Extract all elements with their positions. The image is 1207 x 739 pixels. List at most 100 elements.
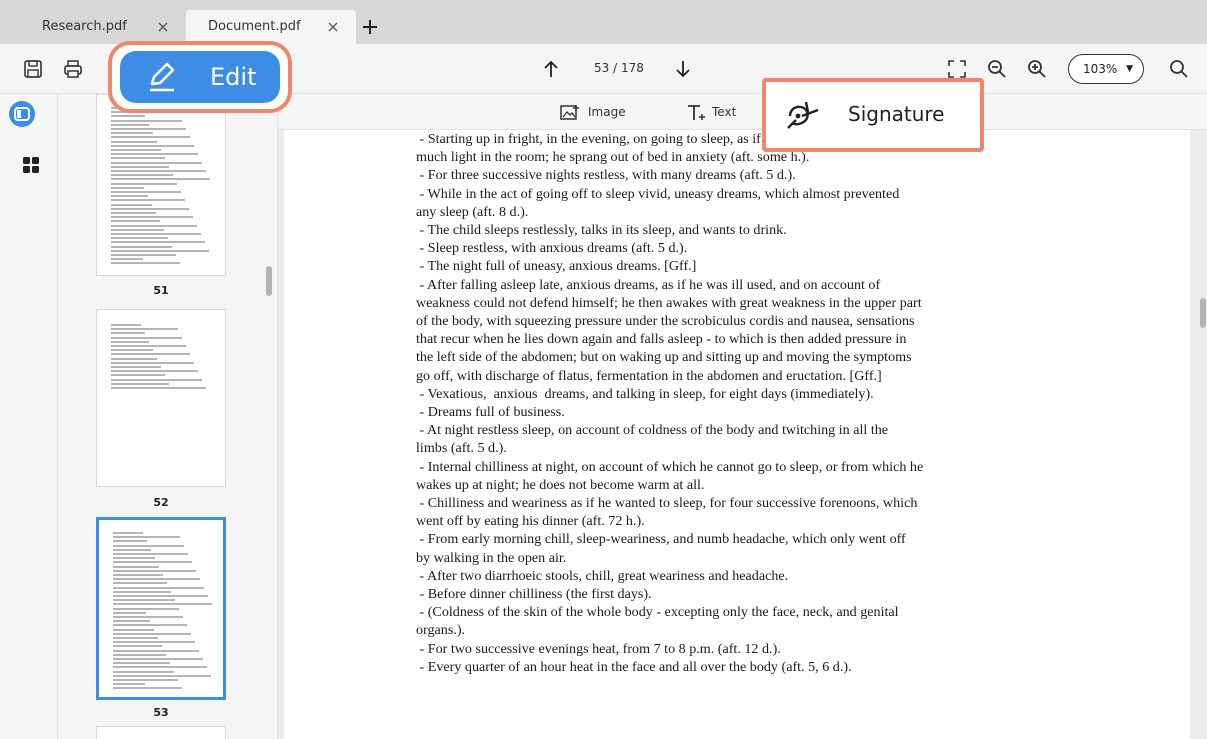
- thumbnail-text-line: [111, 132, 153, 135]
- thumbnail-text-line: [111, 191, 181, 193]
- thumbnail-text-line: [111, 136, 190, 139]
- thumbnail-text-line: [113, 666, 207, 669]
- thumbnail-text-line: [111, 228, 164, 231]
- next-page-icon[interactable]: [672, 58, 694, 80]
- thumbnail-text-line: [111, 361, 194, 364]
- thumbnail-text-line: [113, 658, 203, 660]
- tab-research[interactable]: Research.pdf: [0, 10, 186, 44]
- image-tool-label: Image: [588, 105, 626, 119]
- thumbnail-text-line: [113, 561, 192, 564]
- tab-label: Document.pdf: [208, 19, 301, 34]
- document-line: - While in the act of going off to sleep…: [416, 185, 900, 202]
- thumbnail-text-line: [111, 123, 149, 126]
- thumbnail-label: 53: [153, 706, 169, 719]
- left-rail: [0, 94, 58, 739]
- document-line: - Chilliness and weariness as if he want…: [416, 495, 918, 512]
- document-line: - After falling asleep late, anxious dre…: [416, 276, 881, 293]
- thumbnail-text-line: [111, 245, 172, 248]
- total-pages: 178: [620, 61, 644, 75]
- chevron-down-icon: ▼: [1126, 64, 1133, 74]
- tab-bar: Research.pdf Document.pdf: [0, 0, 1207, 44]
- zoom-select[interactable]: 103% ▼: [1068, 54, 1144, 84]
- thumbnail-text-line: [111, 370, 198, 373]
- thumbnail-text-line: [113, 641, 195, 644]
- signature-button[interactable]: Signature: [762, 78, 984, 152]
- zoom-out-icon[interactable]: [986, 58, 1008, 80]
- tab-document[interactable]: Document.pdf: [186, 10, 356, 44]
- search-icon[interactable]: [1168, 58, 1190, 80]
- thumbnail-panel: 51 52 53: [58, 94, 278, 739]
- document-line: - Internal chilliness at night, on accou…: [416, 458, 924, 475]
- thumbnail-text-line: [111, 324, 141, 326]
- thumbnail-text-line: [113, 595, 208, 597]
- thumbnail-text-line: [111, 220, 160, 223]
- document-line: of the body, with squeezing pressure und…: [416, 313, 915, 330]
- grid-view-icon[interactable]: [22, 156, 40, 178]
- thumbnail-text-line: [113, 548, 151, 551]
- thumbnail-text-line: [113, 679, 178, 681]
- thumbnail-text-line: [113, 653, 166, 656]
- page-thumbnail-selected[interactable]: [96, 517, 226, 700]
- thumbnail-text-line: [111, 140, 157, 143]
- thumbnail-text-line: [111, 199, 185, 202]
- page-thumbnail[interactable]: [96, 309, 226, 487]
- current-page[interactable]: 53: [594, 61, 609, 75]
- thumbnail-text-line: [111, 328, 178, 331]
- thumbnail-text-line: [111, 174, 173, 177]
- thumbnail-text-line: [111, 382, 169, 385]
- thumbnail-text-line: [113, 590, 171, 593]
- thumbnail-text-line: [111, 258, 143, 261]
- pencil-icon: [150, 62, 175, 92]
- thumbnail-text-line: [113, 628, 154, 631]
- document-line: - (Coldness of the skin of the whole bod…: [416, 604, 899, 621]
- thumbnail-text-line: [111, 254, 176, 256]
- thumbnail-text-line: [111, 182, 177, 185]
- image-icon: [560, 104, 579, 120]
- document-line: limbs (aft. 5 d.).: [416, 440, 507, 457]
- thumbnail-text-line: [113, 582, 167, 585]
- thumbnail-text-line: [113, 611, 146, 614]
- page-thumbnail[interactable]: [96, 726, 226, 739]
- save-icon[interactable]: [22, 58, 44, 80]
- thumbnail-text-line: [113, 574, 163, 576]
- thumbnail-text-line: [111, 345, 186, 347]
- text-tool[interactable]: Text: [686, 102, 736, 122]
- previous-page-icon[interactable]: [540, 58, 562, 80]
- thumbnail-text-line: [111, 262, 180, 265]
- edit-subtoolbar: Image Text: [278, 94, 1207, 130]
- thumbnail-text-line: [113, 637, 158, 639]
- zoom-in-icon[interactable]: [1026, 58, 1048, 80]
- thumbnail-text-line: [111, 340, 149, 343]
- thumbnail-text-line: [113, 536, 180, 539]
- page-separator: /: [609, 61, 621, 75]
- thumbnail-text-line: [113, 557, 155, 560]
- close-tab-icon[interactable]: [328, 10, 338, 32]
- thumbnail-text-line: [111, 241, 205, 244]
- image-tool[interactable]: Image: [560, 102, 626, 122]
- new-tab-icon[interactable]: [356, 10, 384, 44]
- document-line: - At night restless sleep, on account of…: [416, 422, 889, 439]
- panel-toggle-icon[interactable]: [8, 100, 36, 132]
- thumbnail-text-line: [113, 607, 179, 610]
- close-tab-icon[interactable]: [158, 10, 168, 32]
- thumbnail-text-line: [111, 170, 206, 172]
- fit-page-icon[interactable]: [946, 58, 968, 80]
- document-scrollbar[interactable]: [1200, 298, 1206, 328]
- thumbnail-text-line: [111, 249, 209, 252]
- thumbnail-text-line: [111, 178, 210, 181]
- document-text: - Starting up in fright, in the evening,…: [416, 130, 1066, 676]
- thumbnail-scrollbar[interactable]: [266, 266, 272, 296]
- thumbnail-text-line: [111, 195, 148, 198]
- thumbnail-text-line: [113, 662, 170, 665]
- document-line: go off, with discharge of flatus, fermen…: [416, 367, 882, 384]
- edit-button[interactable]: Edit: [120, 51, 280, 103]
- thumbnail-text-line: [111, 336, 182, 339]
- thumbnail-text-line: [111, 157, 165, 160]
- edit-button-label: Edit: [210, 63, 257, 91]
- thumbnail-text-line: [111, 128, 186, 130]
- page-thumbnail[interactable]: [96, 94, 226, 276]
- print-icon[interactable]: [62, 58, 84, 80]
- document-line: weakness could not defend himself; he th…: [416, 294, 922, 311]
- document-line: - For two successive evenings heat, from…: [416, 640, 781, 657]
- thumbnail-text-line: [113, 687, 182, 690]
